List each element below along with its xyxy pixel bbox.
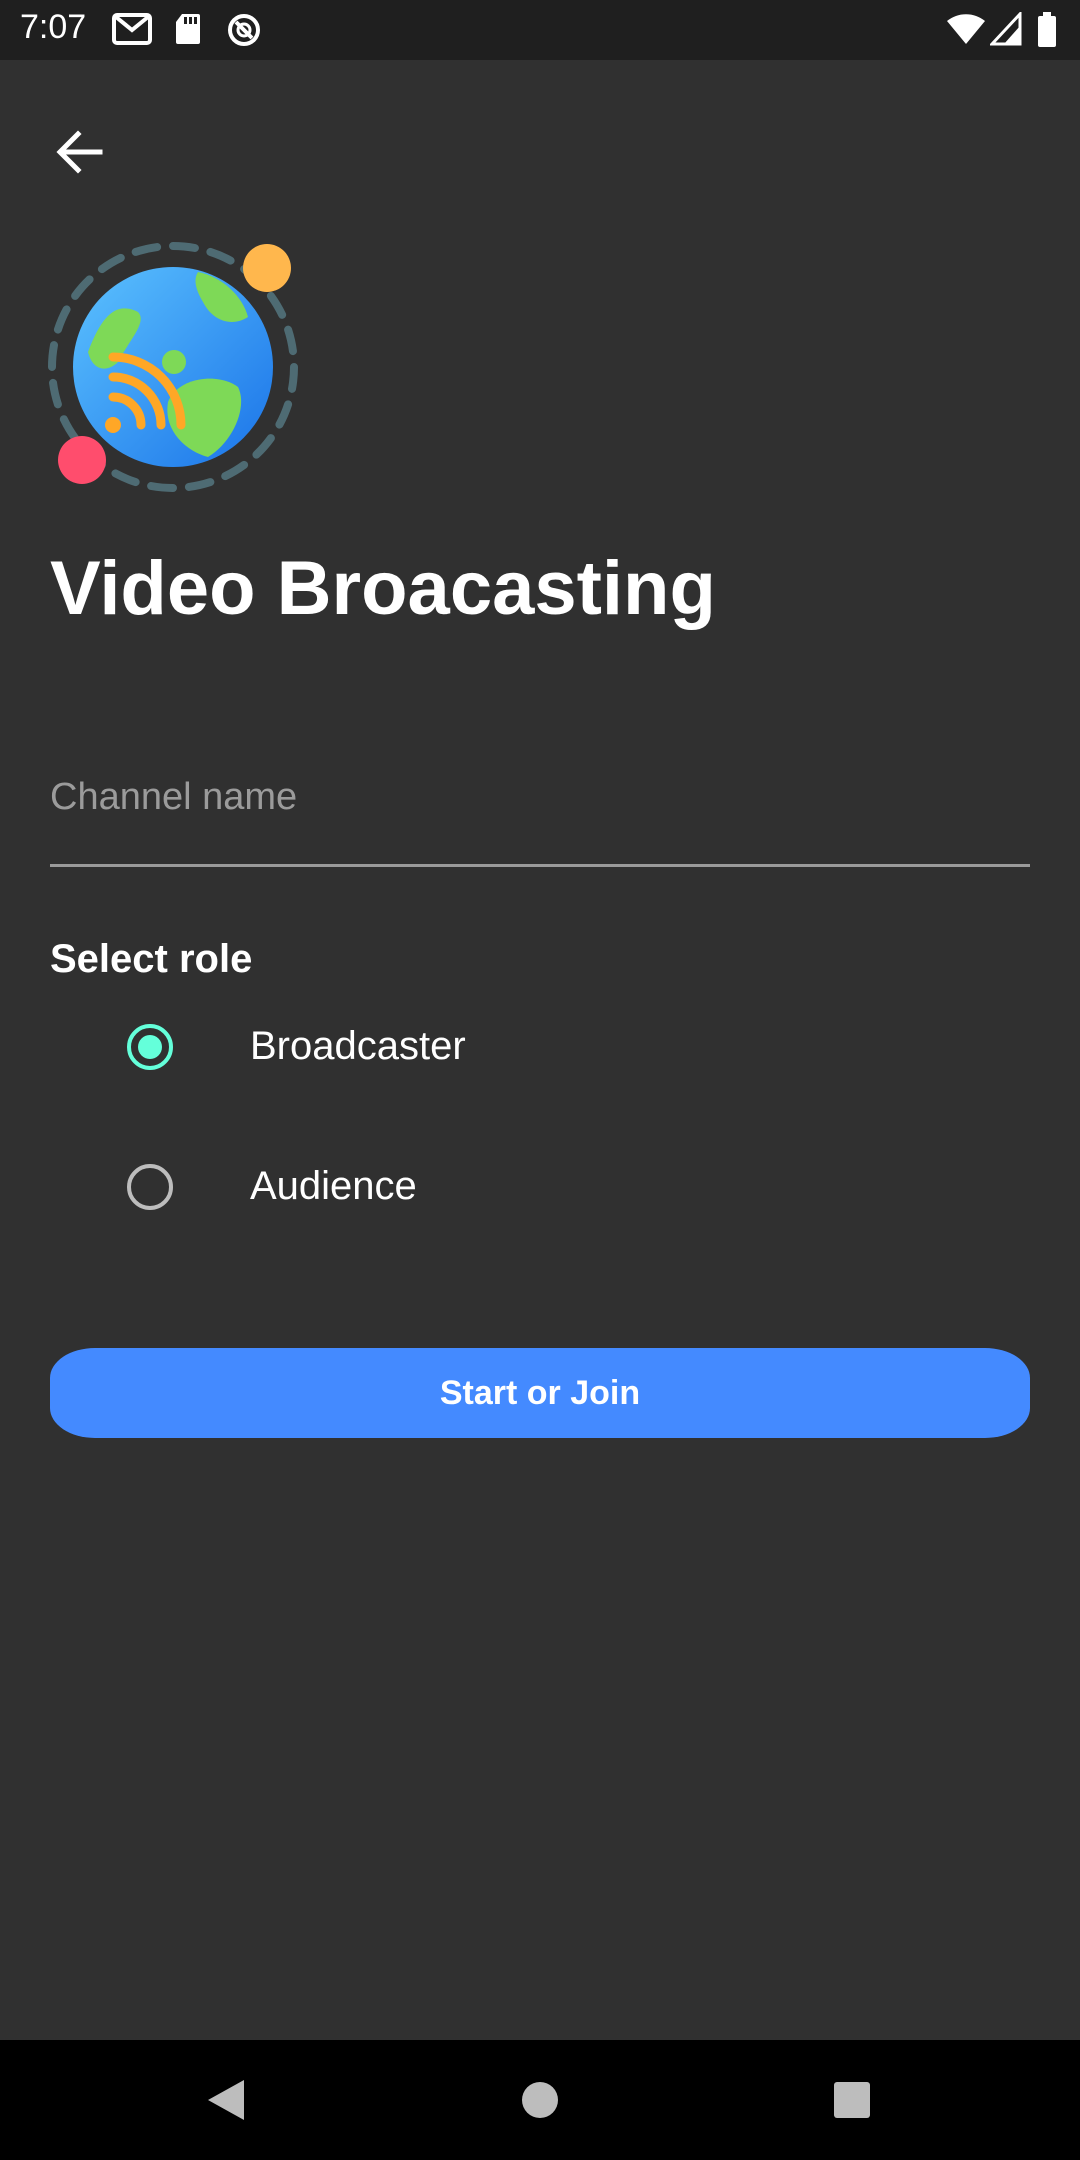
nav-back-icon[interactable]: [166, 2040, 286, 2160]
select-role-label: Select role: [50, 937, 253, 981]
system-nav-bar: [0, 2040, 1080, 2160]
radio-audience[interactable]: [127, 1164, 173, 1210]
cell-signal-icon: [990, 12, 1022, 46]
channel-name-placeholder: Channel name: [50, 776, 298, 818]
status-time: 7:07: [20, 8, 87, 46]
radio-broadcaster[interactable]: [127, 1024, 173, 1070]
gmail-icon: [112, 13, 152, 45]
arrow-left-icon: [56, 130, 103, 174]
wifi-icon: [947, 14, 985, 44]
back-button[interactable]: [40, 112, 120, 192]
vpn-icon: [228, 14, 260, 46]
globe-broadcast-icon: [48, 242, 298, 492]
channel-name-field[interactable]: Channel name: [50, 760, 1030, 867]
start-or-join-button[interactable]: Start or Join: [50, 1348, 1030, 1438]
battery-icon: [1038, 12, 1056, 47]
page-title: Video Broacasting: [50, 546, 716, 631]
nav-recents-icon[interactable]: [792, 2040, 912, 2160]
sd-card-icon: [176, 14, 200, 44]
role-option-audience[interactable]: Audience: [50, 1132, 1030, 1242]
radio-label-broadcaster: Broadcaster: [250, 1024, 466, 1068]
role-option-broadcaster[interactable]: Broadcaster: [50, 992, 1030, 1102]
radio-label-audience: Audience: [250, 1164, 417, 1208]
status-bar: 7:07: [0, 0, 1080, 60]
start-or-join-label: Start or Join: [439, 1373, 641, 1412]
nav-home-icon[interactable]: [480, 2040, 600, 2160]
app-screen: Video Broacasting Channel name Select ro…: [0, 60, 1080, 2040]
radio-selected-dot: [138, 1035, 162, 1059]
